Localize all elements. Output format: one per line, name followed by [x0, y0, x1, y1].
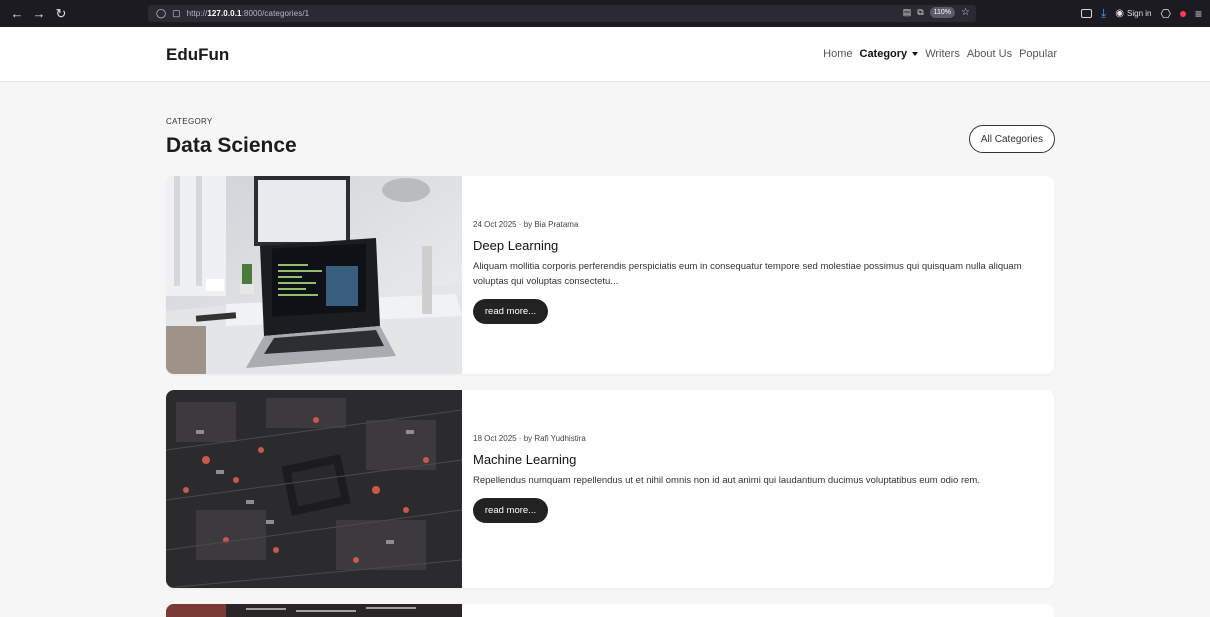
- account-icon: ◉: [1115, 8, 1125, 19]
- post-card: 24 Oct 2025 · by Bia Pratama Deep Learni…: [166, 176, 1054, 374]
- post-excerpt: Repellendus numquam repellendus ut et ni…: [473, 475, 980, 486]
- url-text: http://127.0.0.1:8000/categories/1: [186, 9, 310, 18]
- nav-home[interactable]: Home: [823, 48, 852, 60]
- post-image-laptop: [166, 176, 462, 374]
- page-title: Data Science: [166, 134, 297, 157]
- signin-button[interactable]: ◉ Sign in: [1115, 8, 1151, 19]
- post-image-code: [166, 604, 462, 617]
- post-card: [166, 604, 1054, 617]
- post-body: 24 Oct 2025 · by Bia Pratama Deep Learni…: [473, 220, 1043, 324]
- shield-icon: ◯: [156, 8, 167, 18]
- post-body: 18 Oct 2025 · by Rafi Yudhistira Machine…: [473, 434, 1043, 523]
- post-card: 18 Oct 2025 · by Rafi Yudhistira Machine…: [166, 390, 1054, 588]
- zoom-level[interactable]: 110%: [929, 7, 956, 18]
- sidebar-icon[interactable]: [1080, 9, 1092, 18]
- read-more-button[interactable]: read more...: [473, 498, 548, 523]
- browser-toolbar: ← → ↻ ◯ ▢ http://127.0.0.1:8000/categori…: [0, 0, 1210, 27]
- post-excerpt: Aliquam mollitia corporis perferendis pe…: [473, 261, 1022, 287]
- page-icon: ▢: [172, 8, 181, 18]
- menu-icon[interactable]: ≡: [1195, 7, 1202, 21]
- brand-logo[interactable]: EduFun: [166, 45, 229, 65]
- site-header: EduFun Home Category Writers About Us Po…: [0, 27, 1210, 82]
- post-image-circuit-board: [166, 390, 462, 588]
- extensions-icon[interactable]: ⎔: [1161, 7, 1171, 21]
- post-title[interactable]: Deep Learning: [473, 238, 1043, 253]
- post-title[interactable]: Machine Learning: [473, 452, 1043, 467]
- screenshot-icon[interactable]: ⧉: [917, 7, 923, 18]
- main-nav: Home Category Writers About Us Popular: [823, 48, 1057, 60]
- nav-about[interactable]: About Us: [967, 48, 1012, 60]
- reader-view-icon[interactable]: ▤: [903, 7, 912, 18]
- read-more-button[interactable]: read more...: [473, 299, 548, 324]
- nav-category-label: Category: [859, 48, 908, 60]
- nav-writers[interactable]: Writers: [925, 48, 960, 60]
- download-icon[interactable]: ⤓: [1101, 6, 1106, 21]
- category-eyebrow: CATEGORY: [166, 117, 213, 126]
- nav-popular[interactable]: Popular: [1019, 48, 1057, 60]
- caret-down-icon: [912, 52, 919, 56]
- post-meta: 18 Oct 2025 · by Rafi Yudhistira: [473, 434, 586, 443]
- all-categories-button[interactable]: All Categories: [969, 125, 1055, 153]
- back-icon[interactable]: ←: [6, 6, 28, 21]
- url-bar[interactable]: ◯ ▢ http://127.0.0.1:8000/categories/1 ▤…: [148, 5, 976, 22]
- post-meta: 24 Oct 2025 · by Bia Pratama: [473, 220, 579, 229]
- forward-icon[interactable]: →: [28, 6, 50, 21]
- reload-icon[interactable]: ↻: [50, 6, 72, 22]
- bookmark-star-icon[interactable]: ☆: [961, 7, 970, 18]
- notification-dot-icon[interactable]: [1179, 10, 1186, 17]
- nav-category[interactable]: Category: [860, 48, 919, 60]
